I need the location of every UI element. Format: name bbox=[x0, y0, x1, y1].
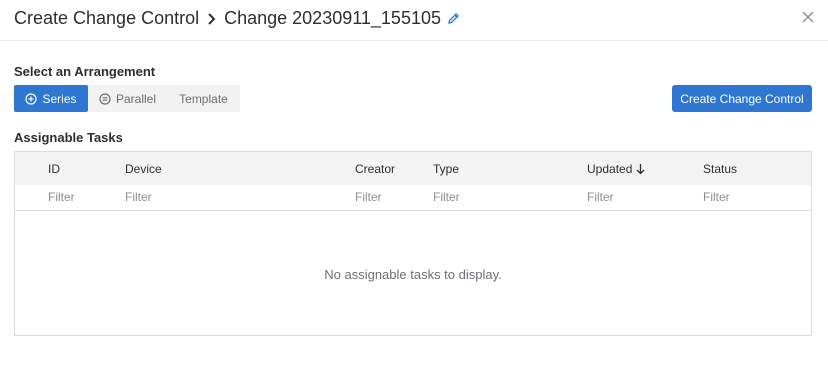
arrangement-selector: Series Parallel Template bbox=[14, 85, 240, 112]
change-name: Change 20230911_155105 bbox=[224, 8, 441, 28]
parallel-option[interactable]: Parallel bbox=[88, 85, 167, 112]
template-label: Template bbox=[179, 91, 228, 106]
create-change-control-button[interactable]: Create Change Control bbox=[672, 85, 812, 112]
sort-down-arrow-icon bbox=[636, 163, 645, 175]
modal-title: Create Change Control bbox=[14, 8, 200, 28]
type-filter-input[interactable] bbox=[433, 190, 513, 204]
status-filter-input[interactable] bbox=[703, 190, 783, 204]
chevron-right-icon bbox=[207, 12, 216, 26]
column-header-updated[interactable]: Updated bbox=[587, 162, 645, 176]
column-header-id[interactable]: ID bbox=[48, 162, 60, 176]
modal-header: Create Change Control Change 20230911_15… bbox=[0, 0, 828, 41]
column-header-device[interactable]: Device bbox=[125, 162, 162, 176]
close-icon[interactable] bbox=[802, 10, 816, 24]
filter-row bbox=[15, 185, 811, 211]
column-header-creator[interactable]: Creator bbox=[355, 162, 395, 176]
id-filter-input[interactable] bbox=[48, 190, 128, 204]
assignable-tasks-table: ID Device Creator Type Updated Status No… bbox=[14, 151, 812, 336]
parallel-label: Parallel bbox=[115, 91, 157, 106]
template-option[interactable]: Template bbox=[167, 85, 240, 112]
arrangement-label: Select an Arrangement bbox=[14, 64, 156, 79]
table-header: ID Device Creator Type Updated Status bbox=[15, 152, 811, 185]
column-header-status[interactable]: Status bbox=[703, 162, 737, 176]
title-breadcrumb: Create Change Control Change 20230911_15… bbox=[14, 8, 460, 29]
device-filter-input[interactable] bbox=[125, 190, 205, 204]
series-label: Series bbox=[42, 91, 77, 106]
edit-pencil-icon[interactable] bbox=[447, 12, 460, 25]
creator-filter-input[interactable] bbox=[355, 190, 435, 204]
plus-circle-icon bbox=[25, 92, 38, 105]
updated-filter-input[interactable] bbox=[587, 190, 667, 204]
equals-circle-icon bbox=[99, 92, 111, 105]
empty-state-message: No assignable tasks to display. bbox=[324, 267, 502, 282]
assignable-tasks-label: Assignable Tasks bbox=[14, 130, 123, 145]
column-header-type[interactable]: Type bbox=[433, 162, 459, 176]
series-option[interactable]: Series bbox=[14, 85, 88, 112]
